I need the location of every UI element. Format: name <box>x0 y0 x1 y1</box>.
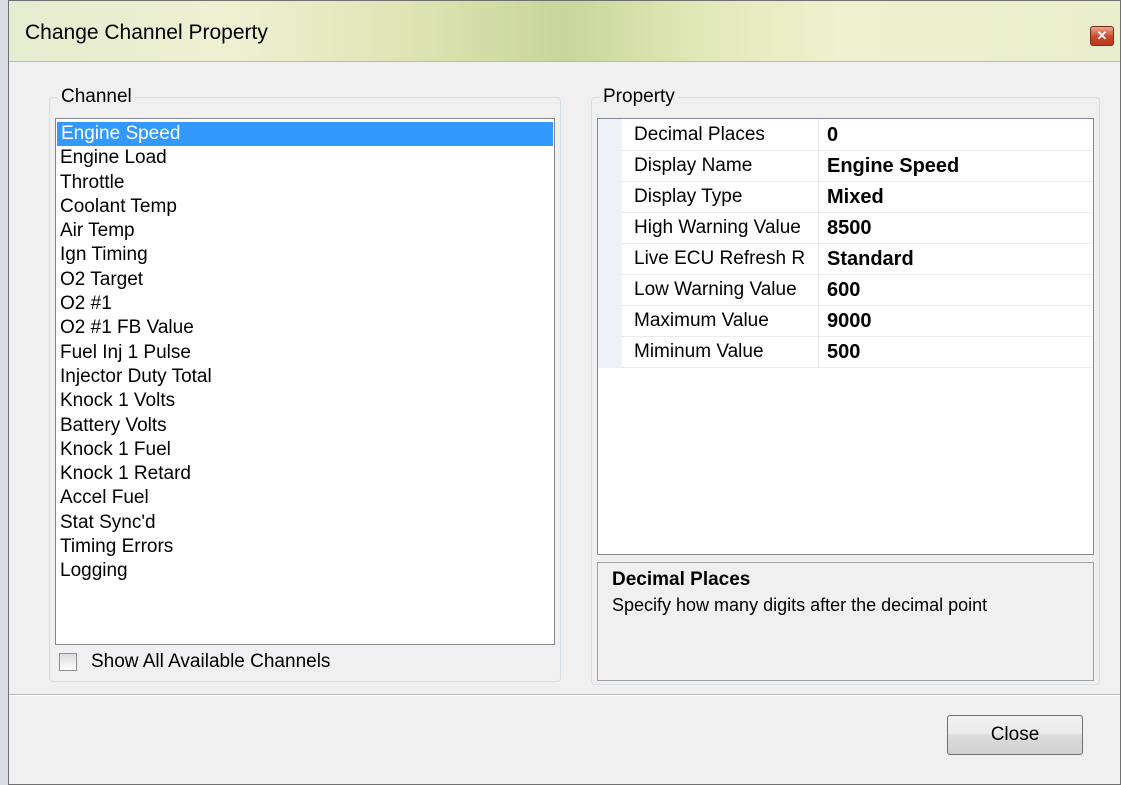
channel-list-item[interactable]: Timing Errors <box>56 535 554 559</box>
channel-list-item[interactable]: Engine Load <box>56 146 554 170</box>
property-row[interactable]: Miminum Value 500 <box>598 336 1093 368</box>
row-gutter <box>598 212 622 244</box>
property-legend: Property <box>600 86 678 108</box>
channel-list-item[interactable]: Injector Duty Total <box>56 365 554 389</box>
property-name: Decimal Places <box>622 119 819 151</box>
property-name: Live ECU Refresh R <box>622 243 819 275</box>
channel-list-item[interactable]: Logging <box>56 559 554 583</box>
property-value[interactable]: 0 <box>819 119 1093 151</box>
close-button[interactable]: Close <box>947 715 1083 755</box>
show-all-channels-row[interactable]: Show All Available Channels <box>59 649 330 675</box>
channel-legend: Channel <box>58 86 135 108</box>
help-description: Specify how many digits after the decima… <box>612 595 988 615</box>
property-row[interactable]: Low Warning Value 600 <box>598 274 1093 306</box>
show-all-channels-checkbox[interactable] <box>59 653 77 671</box>
row-gutter <box>598 243 622 275</box>
property-row[interactable]: Display Type Mixed <box>598 181 1093 213</box>
channel-list-item[interactable]: Knock 1 Fuel <box>56 438 554 462</box>
property-value[interactable]: 9000 <box>819 305 1093 337</box>
channel-list-item[interactable]: Ign Timing <box>56 243 554 267</box>
channel-list-item[interactable]: Battery Volts <box>56 414 554 438</box>
dialog-window: Change Channel Property ✕ Channel Engine… <box>8 0 1121 785</box>
property-value[interactable]: 8500 <box>819 212 1093 244</box>
channel-list-item[interactable]: Coolant Temp <box>56 195 554 219</box>
channel-list-item[interactable]: O2 #1 <box>56 292 554 316</box>
row-gutter <box>598 150 622 182</box>
close-x-icon[interactable]: ✕ <box>1090 26 1114 46</box>
property-name: Maximum Value <box>622 305 819 337</box>
property-value[interactable]: 500 <box>819 336 1093 368</box>
channel-list-item[interactable]: Knock 1 Volts <box>56 389 554 413</box>
channel-list-item[interactable]: Stat Sync'd <box>56 511 554 535</box>
channel-list-item[interactable]: O2 Target <box>56 268 554 292</box>
channel-list-item[interactable]: Fuel Inj 1 Pulse <box>56 341 554 365</box>
channel-list-item[interactable]: Air Temp <box>56 219 554 243</box>
channel-list-item[interactable]: Engine Speed <box>57 122 553 147</box>
footer-separator <box>9 694 1120 696</box>
property-name: Miminum Value <box>622 336 819 368</box>
dialog-client: Channel Engine Speed Engine Load Throttle C… <box>9 61 1120 784</box>
row-gutter <box>598 305 622 337</box>
channel-list-item[interactable]: O2 #1 FB Value <box>56 316 554 340</box>
property-name: High Warning Value <box>622 212 819 244</box>
row-gutter <box>598 274 622 306</box>
property-value[interactable]: Mixed <box>819 181 1093 213</box>
property-row[interactable]: Decimal Places 0 <box>598 119 1093 151</box>
row-gutter <box>598 336 622 368</box>
show-all-channels-label[interactable]: Show All Available Channels <box>91 651 330 673</box>
title-bar[interactable]: Change Channel Property ✕ <box>9 1 1120 61</box>
channel-listbox[interactable]: Engine Speed Engine Load Throttle Coolant T… <box>55 118 555 645</box>
property-name: Low Warning Value <box>622 274 819 306</box>
property-value[interactable]: Engine Speed <box>819 150 1093 182</box>
property-row[interactable]: Live ECU Refresh R Standard <box>598 243 1093 275</box>
window-title: Change Channel Property <box>25 21 268 44</box>
row-gutter <box>598 181 622 213</box>
property-grid[interactable]: Decimal Places 0 Display Name Engine Speed D… <box>597 118 1094 555</box>
property-row[interactable]: Maximum Value 9000 <box>598 305 1093 337</box>
property-row[interactable]: Display Name Engine Speed <box>598 150 1093 182</box>
property-value[interactable]: Standard <box>819 243 1093 275</box>
property-value[interactable]: 600 <box>819 274 1093 306</box>
channel-list-item[interactable]: Throttle <box>56 171 554 195</box>
property-row[interactable]: High Warning Value 8500 <box>598 212 1093 244</box>
property-help-panel: Decimal Places Specify how many digits a… <box>597 562 1094 681</box>
channel-list-item[interactable]: Accel Fuel <box>56 486 554 510</box>
property-name: Display Name <box>622 150 819 182</box>
property-name: Display Type <box>622 181 819 213</box>
help-title: Decimal Places <box>612 569 751 590</box>
channel-list-item[interactable]: Knock 1 Retard <box>56 462 554 486</box>
row-gutter <box>598 119 622 151</box>
